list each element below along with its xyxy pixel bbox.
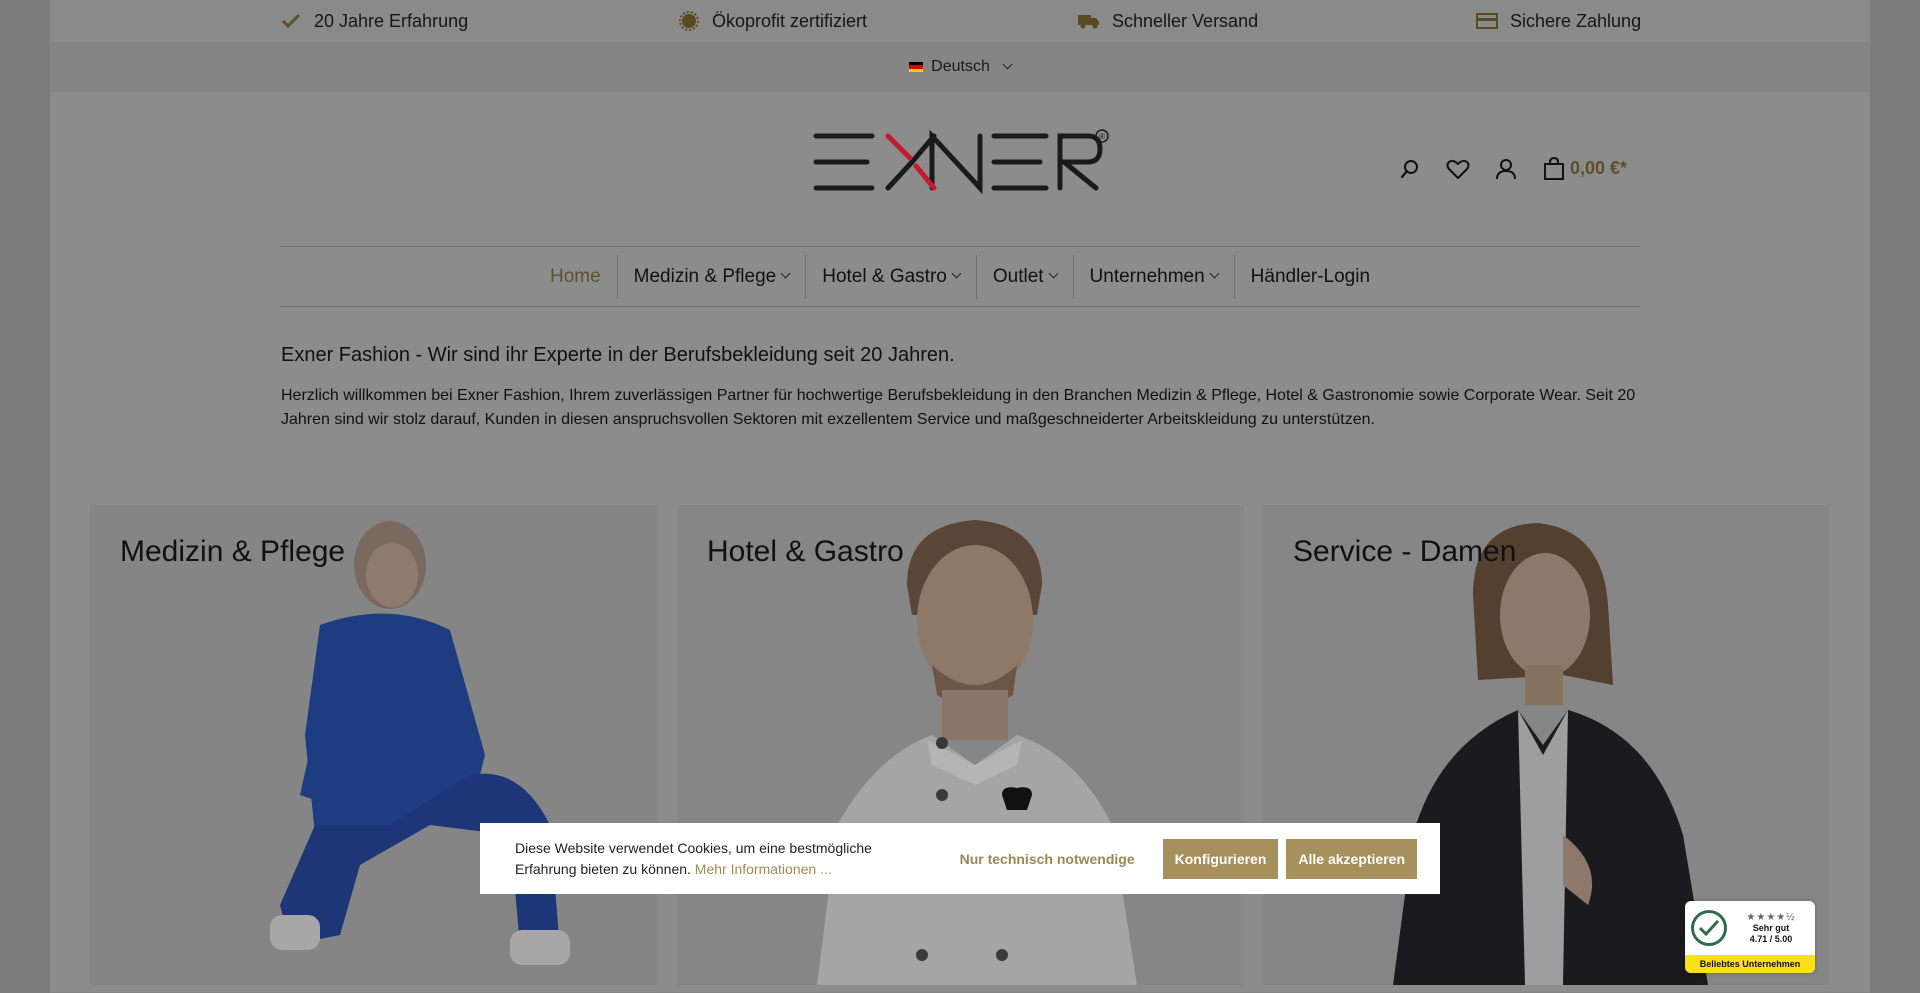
chevron-down-icon (1002, 59, 1013, 69)
cookie-more-info-link[interactable]: Mehr Informationen ... (695, 861, 832, 877)
intro-text: Herzlich willkommen bei Exner Fashion, I… (281, 387, 1636, 428)
usp-item-payment: Sichere Zahlung (1476, 0, 1641, 42)
shopping-bag-icon (1544, 157, 1564, 180)
wishlist-button[interactable] (1444, 155, 1472, 183)
germany-flag-icon (909, 62, 924, 72)
usp-label: Sichere Zahlung (1510, 10, 1642, 31)
nav-label: Händler-Login (1250, 265, 1371, 287)
category-title: Medizin & Pflege (120, 535, 346, 568)
rating-stars-icon: ★★★★½ (1746, 911, 1796, 923)
trust-seal-icon (1691, 910, 1727, 946)
registered-mark: ® (1099, 132, 1105, 141)
nav-item-home[interactable]: Home (534, 254, 618, 299)
account-button[interactable] (1492, 155, 1520, 183)
cookie-banner: Diese Website verwendet Cookies, um eine… (480, 823, 1440, 894)
heart-icon (1446, 159, 1470, 179)
nav-label: Outlet (992, 265, 1044, 287)
cookie-accept-all-button[interactable]: Alle akzeptieren (1286, 838, 1417, 879)
cart-total[interactable]: 0,00 €* (1570, 158, 1627, 179)
search-icon (1400, 160, 1418, 179)
chevron-down-icon (1209, 268, 1220, 279)
usp-item-certified: Ökoprofit zertifiziert (678, 0, 867, 42)
usp-item-experience: 20 Jahre Erfahrung (280, 0, 468, 42)
cookie-necessary-button[interactable]: Nur technisch notwendige (940, 839, 1155, 879)
intro-title: Exner Fashion - Wir sind ihr Experte in … (281, 344, 955, 366)
language-label: Deutsch (931, 58, 990, 75)
nav-item-hotel-gastro[interactable]: Hotel & Gastro (806, 254, 977, 299)
nav-label: Unternehmen (1089, 265, 1205, 287)
exner-logo[interactable]: ® (812, 128, 1112, 198)
chef-image (677, 505, 1244, 985)
usp-label: Ökoprofit zertifiziert (712, 10, 868, 31)
category-title: Service - Damen (1293, 535, 1517, 568)
cookie-text: Diese Website verwendet Cookies, um eine… (515, 838, 935, 880)
usp-label: 20 Jahre Erfahrung (314, 10, 469, 31)
nav-label: Medizin & Pflege (633, 265, 777, 287)
category-card-hotel-gastro[interactable]: Hotel & Gastro (677, 505, 1244, 985)
rating-score: 4.71 / 5.00 (1749, 933, 1793, 944)
user-icon (1496, 159, 1516, 180)
usp-label: Schneller Versand (1112, 10, 1259, 31)
chevron-down-icon (951, 268, 962, 279)
main-navigation: Home Medizin & Pflege Hotel & Gastro Out… (280, 246, 1640, 307)
usp-item-shipping: Schneller Versand (1078, 0, 1258, 42)
cookie-configure-button[interactable]: Konfigurieren (1162, 838, 1279, 879)
nav-item-outlet[interactable]: Outlet (977, 254, 1074, 299)
search-button[interactable] (1396, 155, 1424, 183)
language-switcher[interactable]: Deutsch (50, 42, 1870, 92)
nav-label: Hotel & Gastro (822, 265, 947, 287)
credit-card-icon (1476, 10, 1498, 32)
cart-button[interactable] (1540, 155, 1568, 183)
chevron-down-icon (780, 268, 791, 279)
rating-label: Sehr gut (1752, 922, 1790, 933)
check-icon (280, 10, 302, 32)
medical-worker-image (90, 505, 657, 985)
nav-label: Home (549, 265, 601, 287)
category-card-medizin-pflege[interactable]: Medizin & Pflege (90, 505, 657, 985)
seal-icon (678, 10, 700, 32)
nav-item-medizin-pflege[interactable]: Medizin & Pflege (618, 254, 807, 299)
chevron-down-icon (1048, 268, 1058, 279)
category-title: Hotel & Gastro (707, 535, 904, 568)
trust-badge[interactable]: ★★★★½ Sehr gut 4.71 / 5.00 Beliebtes Unt… (1685, 901, 1815, 973)
trust-badge-footer: Beliebtes Unternehmen (1685, 955, 1815, 973)
truck-icon (1078, 10, 1100, 32)
nav-item-unternehmen[interactable]: Unternehmen (1074, 254, 1235, 299)
nav-item-haendler-login[interactable]: Händler-Login (1235, 255, 1386, 299)
